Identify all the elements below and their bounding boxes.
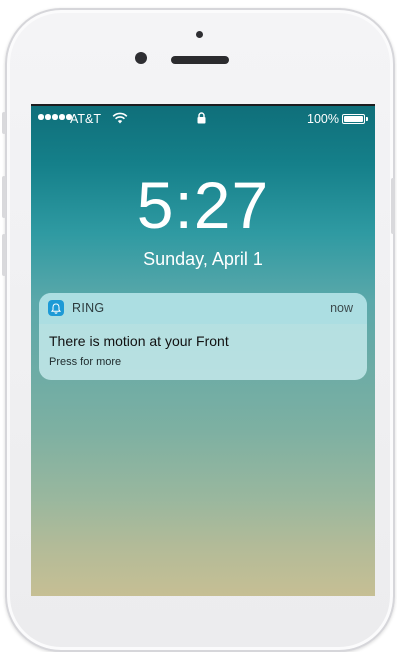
ring-notification[interactable]: RING now There is motion at your Front P… bbox=[39, 293, 367, 380]
battery-tip bbox=[366, 117, 368, 121]
carrier-label: AT&T bbox=[70, 112, 102, 126]
notification-header: RING now bbox=[39, 293, 367, 324]
volume-down-button bbox=[2, 234, 6, 276]
proximity-sensor bbox=[196, 31, 203, 38]
battery-percentage: 100% bbox=[307, 112, 339, 126]
battery-icon bbox=[342, 114, 365, 124]
front-camera bbox=[135, 52, 147, 64]
mute-switch bbox=[2, 112, 6, 134]
power-button bbox=[391, 178, 395, 234]
lock-screen-date: Sunday, April 1 bbox=[143, 249, 263, 269]
bell-icon bbox=[48, 300, 64, 316]
phone-frame: AT&T 100% 5:27 Sunday, April 1 RING now … bbox=[0, 0, 397, 652]
status-bar: AT&T 100% bbox=[31, 106, 375, 132]
notification-title: There is motion at your Front bbox=[49, 333, 229, 349]
notification-subtitle: Press for more bbox=[49, 356, 122, 368]
lock-icon bbox=[197, 112, 206, 124]
earpiece-speaker bbox=[171, 56, 229, 64]
lock-screen-time: 5:27 bbox=[136, 168, 270, 242]
volume-up-button bbox=[2, 176, 6, 218]
notification-time: now bbox=[330, 301, 353, 315]
signal-dots-icon bbox=[38, 114, 72, 120]
lock-screen: AT&T 100% 5:27 Sunday, April 1 RING now … bbox=[31, 104, 375, 596]
notification-app-name: RING bbox=[72, 301, 105, 315]
wifi-icon bbox=[112, 112, 128, 124]
